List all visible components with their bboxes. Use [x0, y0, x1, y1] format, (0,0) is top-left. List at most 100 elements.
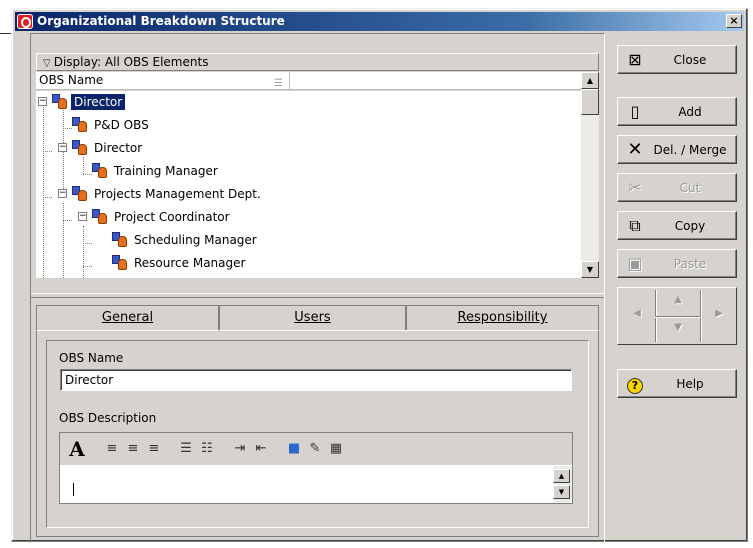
general-form: OBS Name Director OBS Description A ≡ ≡ … [46, 340, 589, 528]
scroll-up-icon[interactable]: ▲ [581, 72, 599, 89]
display-filter[interactable]: ▽ Display: All OBS Elements [36, 53, 599, 71]
paste-button[interactable]: ▣ Paste [617, 249, 737, 278]
paste-icon: ▣ [627, 254, 643, 273]
tree-row[interactable]: − Director [36, 137, 296, 159]
column-header-label: OBS Name [39, 73, 104, 87]
sort-icon: ☰ [274, 78, 283, 89]
indent-icon[interactable]: ⇥ [232, 439, 248, 459]
obs-node-icon [72, 140, 88, 156]
tree-row-label: Scheduling Manager [134, 233, 257, 247]
outdent-icon[interactable]: ⇤ [253, 439, 269, 459]
align-right-icon[interactable]: ≡ [146, 439, 162, 459]
tree-scrollbar[interactable]: ▲ ▼ [581, 72, 599, 278]
help-button[interactable]: ? Help [617, 369, 737, 398]
del-merge-button[interactable]: ✕ Del. / Merge [617, 135, 737, 164]
window-title: Organizational Breakdown Structure [37, 14, 285, 28]
numbered-list-icon[interactable]: ☷ [199, 439, 215, 459]
obs-node-icon [92, 209, 108, 225]
tab-general[interactable]: General [36, 305, 219, 332]
tab-users-label: Users [294, 310, 331, 325]
tree-row[interactable]: Resource Manager [36, 252, 296, 274]
title-close-button[interactable]: × [726, 14, 742, 28]
hyperlink-icon[interactable]: ✎ [307, 439, 323, 459]
tree-row-label: Resource Manager [134, 256, 246, 270]
bullet-list-icon[interactable]: ☰ [178, 439, 194, 459]
add-button[interactable]: ▯ Add [617, 97, 737, 126]
obs-description-editor: A ≡ ≡ ≡ ☰ ☷ ⇥ ⇤ ■ ✎ ▦ ▲ ▼ [59, 432, 573, 504]
tab-general-label: General [101, 310, 154, 325]
cut-button[interactable]: ✂ Cut [617, 173, 737, 202]
collapse-icon[interactable]: − [38, 97, 47, 106]
collapse-icon[interactable]: − [58, 143, 67, 152]
obs-node-icon [52, 94, 68, 110]
copy-button[interactable]: ⧉ Copy [617, 211, 737, 240]
obs-node-icon [72, 117, 88, 133]
font-icon[interactable]: A [66, 439, 88, 459]
editor-scrollbar[interactable]: ▲ ▼ [553, 466, 572, 503]
obs-name-field[interactable]: Director [60, 369, 572, 391]
obs-tree-panel: ▽ Display: All OBS Elements OBS Name ☰ −… [30, 33, 605, 543]
obs-node-icon [92, 163, 108, 179]
help-question-icon: ? [626, 375, 644, 394]
obs-name-label: OBS Name [59, 351, 124, 365]
table-icon[interactable]: ▦ [328, 439, 344, 459]
tab-responsibility[interactable]: Responsibility [406, 305, 599, 330]
tree-row-label: P&D OBS [94, 118, 149, 132]
obs-node-icon [72, 186, 88, 202]
collapse-icon[interactable]: − [58, 189, 67, 198]
pane-splitter[interactable] [31, 293, 604, 298]
obs-description-label: OBS Description [59, 411, 157, 425]
tree-row[interactable]: − Projects Management Dept. [36, 183, 296, 205]
details-tabs: General Users Responsibility OBS Name Di… [36, 305, 599, 537]
help-button-label: Help [676, 377, 704, 391]
chevron-down-icon: ▽ [43, 58, 51, 69]
tree-row-label: Projects Management Dept. [94, 187, 261, 201]
move-right-icon[interactable]: ▶ [708, 308, 730, 319]
obs-node-icon [112, 232, 128, 248]
move-left-icon[interactable]: ◀ [626, 308, 648, 319]
tab-responsibility-label: Responsibility [457, 310, 548, 325]
scroll-up-icon[interactable]: ▲ [553, 469, 570, 483]
obs-node-icon [112, 255, 128, 271]
obs-dialog: Organizational Breakdown Structure × ▽ Di… [11, 8, 748, 543]
nav-divider [655, 316, 701, 317]
tree-row-label: Project Coordinator [114, 210, 230, 224]
tree-row[interactable]: − Director [36, 91, 296, 113]
tree-row-label: Training Manager [114, 164, 218, 178]
scroll-thumb[interactable] [581, 89, 599, 115]
tree-row[interactable]: Training Manager [36, 160, 296, 182]
title-bar: Organizational Breakdown Structure × [15, 12, 744, 31]
copy-icon: ⧉ [629, 216, 641, 235]
scissors-icon: ✂ [628, 178, 642, 197]
tab-users[interactable]: Users [219, 305, 406, 330]
new-document-icon: ▯ [630, 102, 640, 121]
action-buttons: ⊠ Close ▯ Add ✕ Del. / Merge ✂ Cut ⧉ Cop… [609, 33, 746, 539]
editor-toolbar: A ≡ ≡ ≡ ☰ ☷ ⇥ ⇤ ■ ✎ ▦ [60, 433, 572, 465]
align-left-icon[interactable]: ≡ [104, 439, 120, 459]
delete-x-icon: ✕ [627, 139, 643, 160]
align-center-icon[interactable]: ≡ [125, 439, 141, 459]
tree-row-label: Director [69, 93, 127, 111]
description-text-area[interactable] [60, 466, 553, 503]
cut-button-label: Cut [679, 181, 701, 195]
column-header-obs-name[interactable]: OBS Name ☰ [36, 72, 290, 89]
paste-button-label: Paste [673, 257, 707, 271]
tree-row[interactable]: − Project Coordinator [36, 206, 296, 228]
obs-tree: − Director P&D OBS − Director Training M… [36, 91, 581, 278]
move-nav-pad: ◀ ▲ ▼ ▶ [617, 287, 737, 345]
add-button-label: Add [678, 105, 702, 119]
tree-row[interactable]: Scheduling Manager [36, 229, 296, 251]
scroll-down-icon[interactable]: ▼ [581, 261, 599, 278]
move-down-icon[interactable]: ▼ [666, 322, 690, 333]
move-up-icon[interactable]: ▲ [666, 294, 690, 305]
color-picker-icon[interactable]: ■ [286, 439, 302, 459]
oracle-logo-icon [17, 14, 33, 29]
tree-row[interactable]: P&D OBS [36, 114, 296, 136]
close-button[interactable]: ⊠ Close [617, 45, 737, 74]
del-merge-button-label: Del. / Merge [653, 143, 727, 157]
close-button-label: Close [673, 53, 707, 67]
scroll-down-icon[interactable]: ▼ [553, 485, 570, 499]
general-tab-body: OBS Name Director OBS Description A ≡ ≡ … [36, 330, 599, 537]
tree-header: OBS Name ☰ [36, 72, 599, 90]
collapse-icon[interactable]: − [78, 212, 87, 221]
